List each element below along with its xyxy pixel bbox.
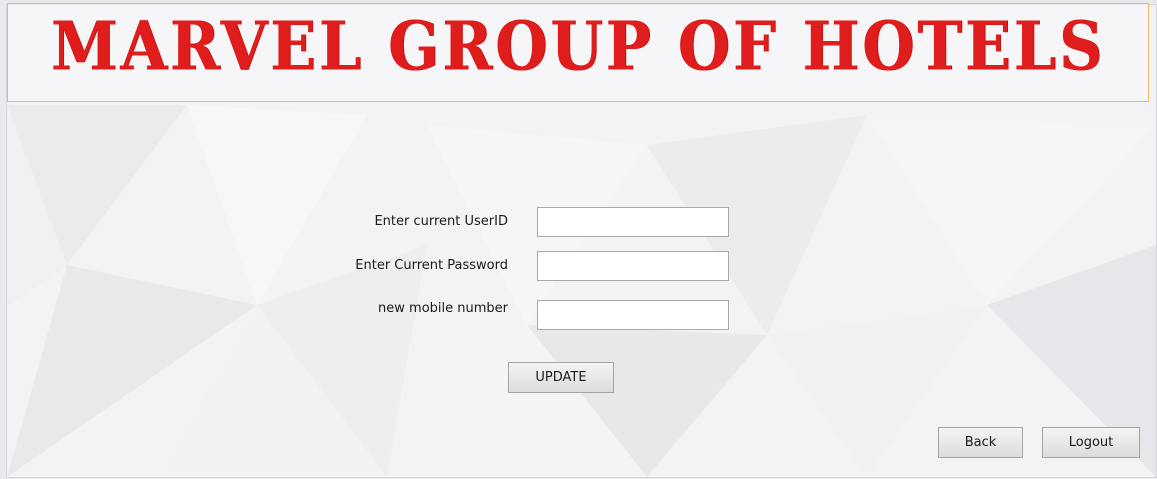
page-title: MARVEL GROUP OF HOTELS: [50, 7, 1106, 87]
mobile-number-input[interactable]: [537, 300, 729, 330]
back-button[interactable]: Back: [938, 427, 1023, 458]
update-button[interactable]: UPDATE: [508, 362, 614, 393]
mobile-label: new mobile number: [378, 301, 508, 316]
userid-label: Enter current UserID: [374, 214, 508, 229]
password-input[interactable]: [537, 251, 729, 281]
title-banner: MARVEL GROUP OF HOTELS: [7, 3, 1149, 102]
logout-button[interactable]: Logout: [1042, 427, 1140, 458]
userid-input[interactable]: [537, 207, 729, 237]
password-label: Enter Current Password: [355, 258, 508, 273]
